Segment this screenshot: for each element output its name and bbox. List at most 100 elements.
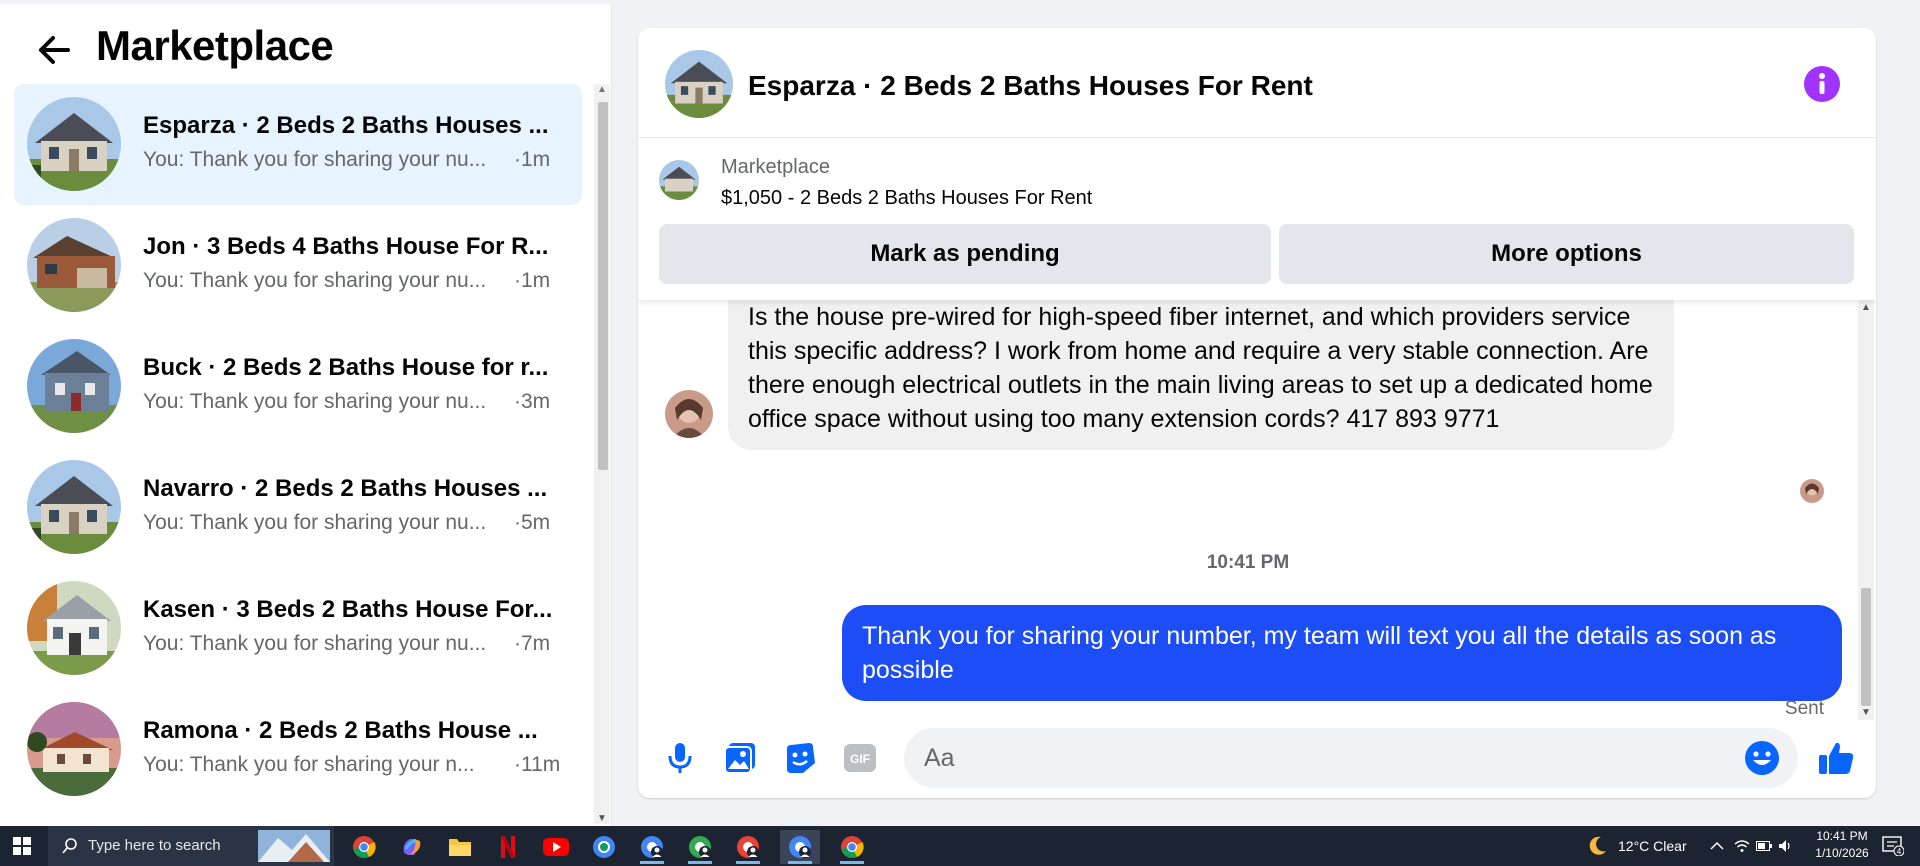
svg-text:GIF: GIF — [850, 752, 870, 766]
scroll-up-arrow-icon[interactable]: ▲ — [597, 84, 607, 95]
scrollbar-thumb[interactable] — [598, 102, 608, 470]
chrome-user-icon — [641, 836, 663, 858]
chevron-up-icon — [1710, 841, 1724, 850]
copilot-taskbar-button[interactable] — [392, 830, 432, 864]
page-title: Marketplace — [96, 22, 334, 69]
conversation-time: ·1m — [514, 148, 551, 171]
scroll-down-arrow-icon[interactable]: ▼ — [597, 813, 607, 824]
taskbar-clock[interactable]: 10:41 PM 1/10/2026 — [1797, 828, 1887, 862]
sender-avatar[interactable] — [665, 390, 713, 438]
conversation-name: Kasen · 3 Beds 2 Baths House For... — [143, 596, 553, 623]
notification-center-button[interactable]: 4 — [1882, 826, 1904, 866]
listing-thumbnail[interactable] — [659, 160, 699, 200]
listing-description[interactable]: $1,050 - 2 Beds 2 Baths Houses For Rent — [721, 187, 1092, 210]
chrome-taskbar-button[interactable] — [344, 830, 384, 864]
conversation-name: Navarro · 2 Beds 2 Baths Houses ... — [143, 475, 548, 502]
outgoing-message-bubble[interactable]: Thank you for sharing your number, my te… — [842, 605, 1842, 701]
gif-button[interactable]: GIF — [838, 736, 882, 780]
conversation-item[interactable]: Navarro · 2 Beds 2 Baths Houses ... You:… — [14, 447, 582, 568]
emoji-button[interactable] — [1744, 740, 1780, 776]
message-timestamp: 10:41 PM — [1206, 552, 1290, 573]
netflix-taskbar-button[interactable] — [488, 830, 528, 864]
start-button[interactable] — [0, 826, 44, 866]
info-icon — [1819, 73, 1825, 94]
listing-avatar — [27, 339, 121, 433]
chrome-window-taskbar-button[interactable] — [832, 830, 872, 864]
taskbar-search-box[interactable]: Type here to search — [48, 826, 334, 866]
chrome-icon — [841, 836, 864, 859]
speaker-icon — [1779, 840, 1790, 852]
emoji-icon — [1745, 741, 1779, 775]
scroll-down-arrow-icon[interactable]: ▼ — [1861, 707, 1871, 718]
scroll-up-arrow-icon[interactable]: ▲ — [1861, 302, 1871, 313]
conversation-item[interactable]: Jon · 3 Beds 4 Baths House For R... You:… — [14, 205, 582, 326]
chat-title[interactable]: Esparza · 2 Beds 2 Baths Houses For Rent — [748, 70, 1313, 102]
battery-icon-button[interactable] — [1756, 826, 1772, 866]
chrome-profile-taskbar-button[interactable] — [584, 830, 624, 864]
scrollbar-thumb[interactable] — [1861, 588, 1871, 706]
chrome-window-taskbar-button[interactable] — [632, 830, 672, 864]
chat-panel: Esparza · 2 Beds 2 Baths Houses For Rent… — [638, 28, 1876, 798]
message-composer: GIF Aa — [638, 720, 1876, 798]
info-button[interactable] — [1804, 66, 1840, 102]
weather-widget[interactable]: 12°C Clear — [1586, 826, 1687, 866]
conversation-time: ·1m — [514, 269, 551, 292]
gif-icon: GIF — [844, 744, 876, 772]
message-input[interactable]: Aa — [904, 728, 1798, 788]
conversation-preview: You: Thank you for sharing your nu... — [143, 148, 487, 171]
conversation-item[interactable]: Esparza · 2 Beds 2 Baths Houses ... You:… — [14, 84, 582, 205]
photo-button[interactable] — [718, 736, 762, 780]
conversation-item[interactable]: Kasen · 3 Beds 2 Baths House For... You:… — [14, 568, 582, 689]
network-icon-button[interactable] — [1734, 826, 1750, 866]
conversation-name: Ramona · 2 Beds 2 Baths House ... — [143, 717, 538, 744]
chat-scrollbar[interactable]: ▲ ▼ — [1858, 300, 1874, 720]
message-thread: Is the house pre-wired for high-speed fi… — [638, 300, 1876, 720]
notification-icon: 4 — [1882, 836, 1904, 856]
listing-avatar — [27, 460, 121, 554]
chrome-user-icon — [737, 836, 759, 858]
incoming-message-bubble[interactable]: Is the house pre-wired for high-speed fi… — [728, 300, 1674, 450]
conversation-list: Esparza · 2 Beds 2 Baths Houses ... You:… — [14, 84, 582, 810]
conversation-name: Esparza · 2 Beds 2 Baths Houses ... — [143, 112, 549, 139]
conversation-preview: You: Thank you for sharing your nu... — [143, 632, 487, 655]
listing-avatar — [27, 581, 121, 675]
more-options-button[interactable]: More options — [1279, 224, 1854, 284]
conversation-item[interactable]: Buck · 2 Beds 2 Baths House for r... You… — [14, 326, 582, 447]
chrome-active-window-taskbar-button[interactable] — [780, 830, 820, 864]
chrome-user-icon — [689, 836, 711, 858]
mark-as-pending-button[interactable]: Mark as pending — [659, 224, 1271, 284]
wifi-icon — [1734, 840, 1750, 852]
arrow-left-icon — [39, 36, 70, 64]
conversation-name: Jon · 3 Beds 4 Baths House For R... — [143, 233, 549, 260]
sidebar-scrollbar[interactable]: ▲ ▼ — [594, 84, 610, 824]
conversation-sidebar: Marketplace Esparza · 2 Beds 2 Baths Hou… — [0, 0, 612, 826]
search-highlight-image — [258, 830, 330, 862]
youtube-icon — [543, 838, 569, 856]
microphone-button[interactable] — [658, 736, 702, 780]
chat-avatar[interactable] — [665, 50, 733, 118]
youtube-taskbar-button[interactable] — [536, 830, 576, 864]
message-input-placeholder: Aa — [924, 744, 955, 772]
conversation-time: ·11m — [514, 753, 561, 776]
top-strip — [0, 0, 612, 4]
taskbar-search-placeholder: Type here to search — [88, 837, 221, 854]
file-explorer-taskbar-button[interactable] — [440, 830, 480, 864]
netflix-icon — [501, 836, 515, 858]
chrome-window-taskbar-button[interactable] — [680, 830, 720, 864]
sticker-icon — [787, 743, 815, 773]
chrome-window-taskbar-button[interactable] — [728, 830, 768, 864]
listing-avatar — [27, 97, 121, 191]
conversation-time: ·3m — [514, 390, 551, 413]
volume-icon-button[interactable] — [1778, 826, 1792, 866]
notification-count: 4 — [1897, 847, 1902, 856]
conversation-item[interactable]: Ramona · 2 Beds 2 Baths House ... You: T… — [14, 689, 582, 810]
show-hidden-icons-button[interactable] — [1710, 826, 1724, 866]
like-button[interactable] — [1814, 736, 1858, 780]
copilot-icon — [403, 839, 421, 855]
message-status: Sent — [1784, 698, 1824, 719]
sticker-button[interactable] — [778, 736, 822, 780]
back-button[interactable] — [34, 30, 74, 70]
weather-text: 12°C Clear — [1618, 838, 1687, 854]
moon-icon — [1589, 836, 1606, 855]
folder-icon — [449, 839, 471, 856]
